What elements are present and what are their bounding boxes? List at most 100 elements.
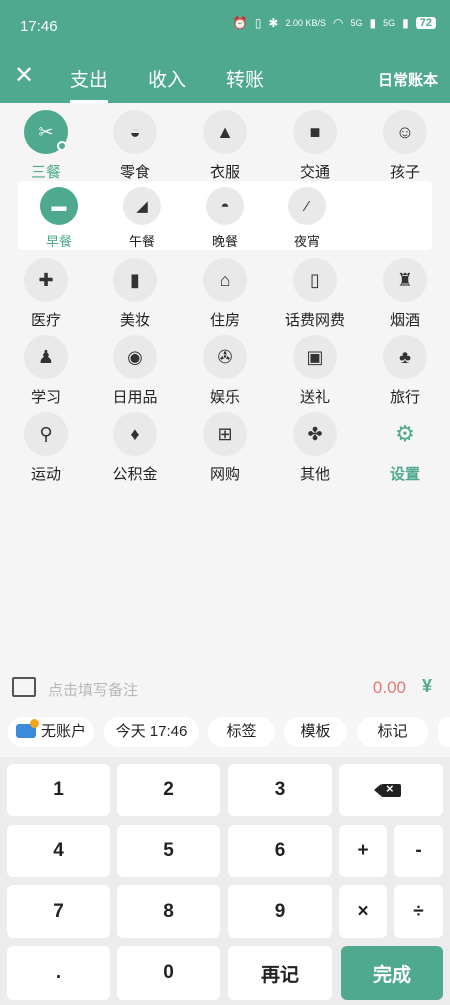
currency-symbol[interactable]: ¥ — [422, 676, 432, 697]
chip-template[interactable]: 模板 — [284, 717, 347, 747]
shirt-icon: ▲ — [203, 110, 247, 154]
key-6[interactable]: 6 — [228, 825, 332, 877]
category-phone-bill[interactable]: ▯ 话费网费 — [270, 258, 360, 330]
bluetooth-icon: ✱ — [268, 16, 279, 30]
category-label: 零食 — [119, 164, 150, 181]
category-label: 美妆 — [119, 312, 150, 329]
key-4[interactable]: 4 — [7, 825, 110, 877]
key-minus[interactable]: - — [394, 825, 443, 877]
category-label: 旅行 — [389, 389, 420, 406]
top-header: 17:46 ⏰ ▯ ✱ 2.00 KB/S ◠ 5G ▮ 5G ▮ 72 ✕ 支… — [0, 0, 450, 103]
bicycle-icon: ⚲ — [24, 412, 68, 456]
category-meals[interactable]: ✂ 三餐 — [1, 110, 91, 182]
category-travel[interactable]: ♣ 旅行 — [360, 335, 450, 407]
key-1[interactable]: 1 — [7, 764, 110, 816]
category-label: 话费网费 — [284, 312, 345, 329]
wallet-icon — [15, 719, 39, 738]
subcategory-lunch[interactable]: ◢ 午餐 — [102, 187, 182, 250]
key-plus[interactable]: + — [339, 825, 387, 877]
category-gifts[interactable]: ▣ 送礼 — [270, 335, 360, 407]
category-label: 送礼 — [299, 389, 330, 406]
category-medical[interactable]: ✚ 医疗 — [1, 258, 91, 330]
top-nav: ✕ 支出 收入 转账 日常账本 — [0, 52, 450, 103]
image-attach-icon[interactable] — [12, 677, 36, 697]
chip-more[interactable] — [438, 717, 450, 747]
chip-account-label: 无账户 — [40, 723, 86, 740]
chip-mark[interactable]: 标记 — [357, 717, 428, 747]
key-7[interactable]: 7 — [7, 885, 110, 938]
tab-income[interactable]: 收入 — [148, 65, 186, 92]
category-housing-fund[interactable]: ♦ 公积金 — [90, 412, 180, 484]
subcategory-breakfast[interactable]: ▬ 早餐 — [19, 187, 99, 250]
key-3[interactable]: 3 — [228, 764, 332, 816]
lunch-icon: ◢ — [123, 187, 161, 225]
category-tobacco-alcohol[interactable]: ♜ 烟酒 — [360, 258, 450, 330]
tissue-icon: ◉ — [113, 335, 157, 379]
note-input[interactable]: 点击填写备注 — [48, 679, 138, 700]
category-housing[interactable]: ⌂ 住房 — [180, 258, 270, 330]
key-dot[interactable]: . — [7, 946, 110, 1000]
gear-icon: ⚙ — [395, 421, 415, 446]
key-9[interactable]: 9 — [228, 885, 332, 938]
phone-bill-icon: ▯ — [293, 258, 337, 302]
category-label: 日用品 — [112, 389, 158, 406]
vibrate-icon: ▯ — [254, 16, 262, 30]
category-online-shopping[interactable]: ⊞ 网购 — [180, 412, 270, 484]
signal-bars-icon: ▮ — [369, 16, 377, 30]
category-entertainment[interactable]: ✇ 娱乐 — [180, 335, 270, 407]
category-makeup[interactable]: ▮ 美妆 — [90, 258, 180, 330]
dinner-icon: ◓ — [206, 187, 244, 225]
tab-transfer[interactable]: 转账 — [226, 65, 264, 92]
chip-datetime[interactable]: 今天 17:46 — [104, 717, 199, 747]
book-selector[interactable]: 日常账本 — [378, 69, 438, 90]
category-label: 运动 — [30, 466, 61, 483]
signal-5g-1: 5G — [350, 18, 363, 28]
category-label: 衣服 — [209, 164, 240, 181]
note-row: 点击填写备注 0.00 ¥ — [0, 668, 450, 708]
four-dots-icon: ✤ — [293, 412, 337, 456]
key-backspace[interactable] — [339, 764, 443, 816]
cupcake-icon: ◒ — [113, 110, 157, 154]
late-snack-icon: ⁄ — [288, 187, 326, 225]
key-0[interactable]: 0 — [117, 946, 220, 1000]
category-daily-goods[interactable]: ◉ 日用品 — [90, 335, 180, 407]
key-multiply[interactable]: × — [339, 885, 387, 938]
category-label: 网购 — [209, 466, 240, 483]
alarm-icon: ⏰ — [232, 16, 248, 30]
category-sports[interactable]: ⚲ 运动 — [1, 412, 91, 484]
amount-display: 0.00 — [372, 678, 406, 697]
palm-tree-icon: ♣ — [383, 335, 427, 379]
category-label: 学习 — [30, 389, 61, 406]
record-again-button[interactable]: 再记 — [228, 946, 332, 1000]
subcategory-late-snack[interactable]: ⁄ 夜宵 — [267, 187, 347, 250]
category-other[interactable]: ✤ 其他 — [270, 412, 360, 484]
category-transport[interactable]: ■ 交通 — [270, 110, 360, 182]
subcategory-label: 晚餐 — [211, 234, 238, 249]
chip-account[interactable]: 无账户 — [8, 717, 94, 747]
done-button[interactable]: 完成 — [341, 946, 443, 1000]
category-label: 住房 — [209, 312, 240, 329]
category-clothes[interactable]: ▲ 衣服 — [180, 110, 270, 182]
category-snacks[interactable]: ◒ 零食 — [90, 110, 180, 182]
cart-icon: ⊞ — [203, 412, 247, 456]
backspace-icon — [374, 781, 401, 797]
study-icon: ♟ — [24, 335, 68, 379]
close-icon[interactable]: ✕ — [14, 64, 38, 88]
child-face-icon: ☺ — [383, 110, 427, 154]
key-5[interactable]: 5 — [117, 825, 220, 877]
option-chips: 无账户 今天 17:46 标签 模板 标记 — [0, 717, 450, 749]
subcategory-dinner[interactable]: ◓ 晚餐 — [185, 187, 265, 250]
key-2[interactable]: 2 — [117, 764, 220, 816]
category-settings[interactable]: ⚙ 设置 — [360, 412, 450, 484]
key-divide[interactable]: ÷ — [394, 885, 443, 938]
category-kids[interactable]: ☺ 孩子 — [360, 110, 450, 182]
chip-tags[interactable]: 标签 — [208, 717, 275, 747]
tab-expense[interactable]: 支出 — [70, 65, 109, 103]
house-icon: ⌂ — [203, 258, 247, 302]
key-8[interactable]: 8 — [117, 885, 220, 938]
category-label: 公积金 — [112, 466, 158, 483]
category-study[interactable]: ♟ 学习 — [1, 335, 91, 407]
subcategory-panel: ▬ 早餐 ◢ 午餐 ◓ 晚餐 ⁄ 夜宵 — [18, 181, 432, 250]
subcategory-label: 午餐 — [128, 234, 155, 249]
category-label: 娱乐 — [209, 389, 240, 406]
